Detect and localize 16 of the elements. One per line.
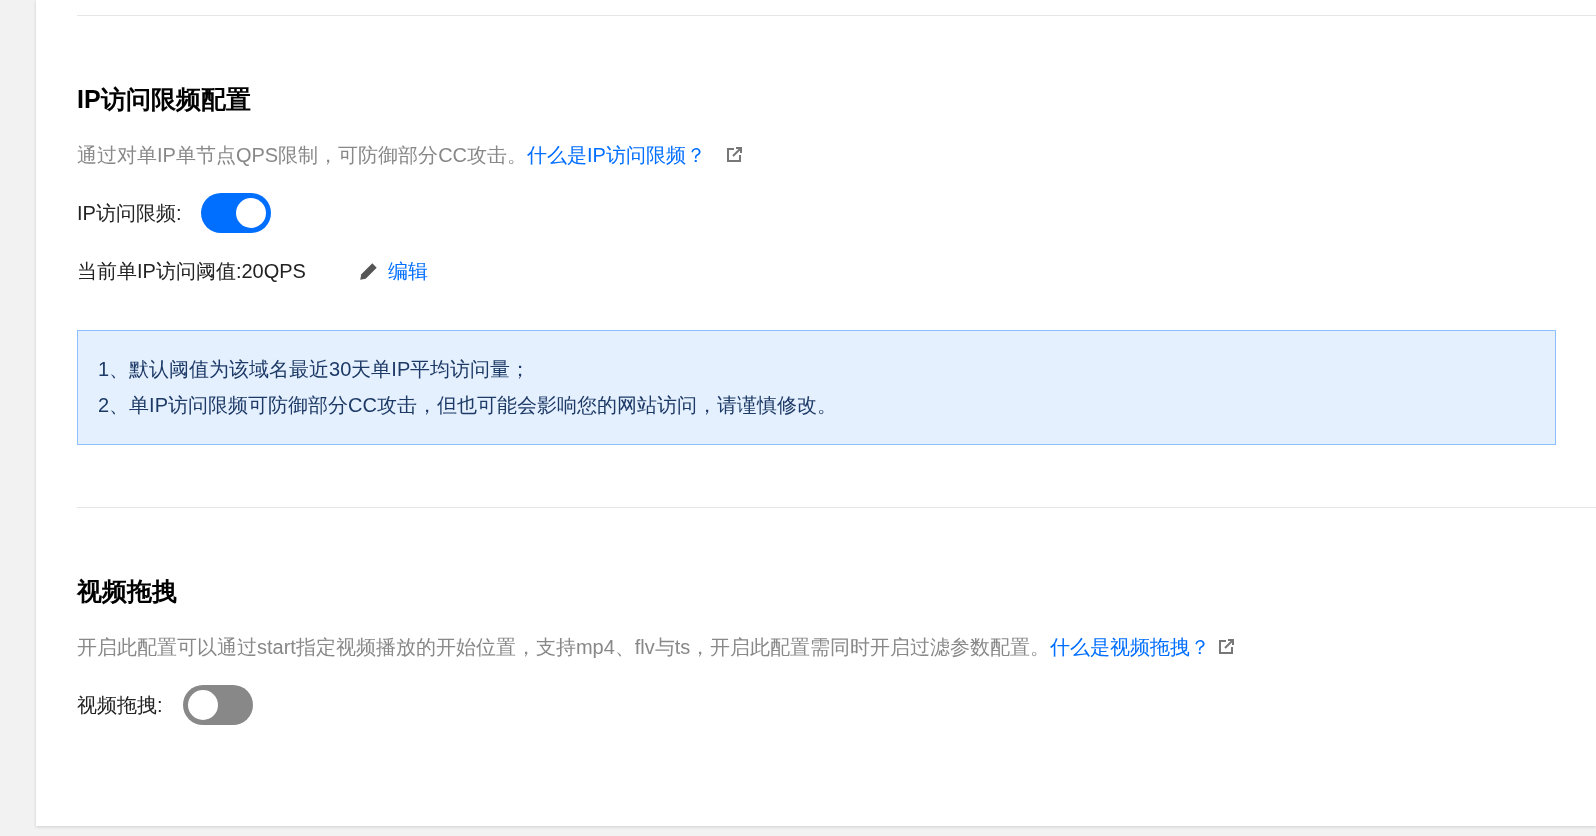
toggle-label: 视频拖拽: xyxy=(77,693,163,718)
section-title: 视频拖拽 xyxy=(77,576,177,607)
toggle-switch[interactable] xyxy=(201,193,272,233)
toggle-label: IP访问限频: xyxy=(77,201,182,226)
external-link-icon xyxy=(1216,637,1237,657)
section-description: 开启此配置可以通过start指定视频播放的开始位置，支持mp4、flv与ts，开启此配置需同时开启过滤参数配置。 xyxy=(77,635,1051,660)
edit-icon xyxy=(357,260,380,282)
help-link[interactable]: 什么是IP访问限频？ xyxy=(527,140,706,170)
help-link[interactable]: 什么是视频拖拽？ xyxy=(1050,632,1211,662)
edit-link[interactable]: 编辑 xyxy=(387,256,428,286)
section-title: IP访问限频配置 xyxy=(77,84,251,115)
notice-text: 2、单IP访问限频可防御部分CC攻击，但也可能会影响您的网站访问，请谨慎修改。 xyxy=(98,393,838,418)
section-description: 通过对单IP单节点QPS限制，可防御部分CC攻击。 xyxy=(77,143,528,168)
threshold-text: 当前单IP访问阈值:20QPS xyxy=(77,259,306,284)
notice-text: 1、默认阈值为该域名最近30天单IP平均访问量； xyxy=(98,357,532,382)
toggle-switch[interactable] xyxy=(182,685,253,725)
